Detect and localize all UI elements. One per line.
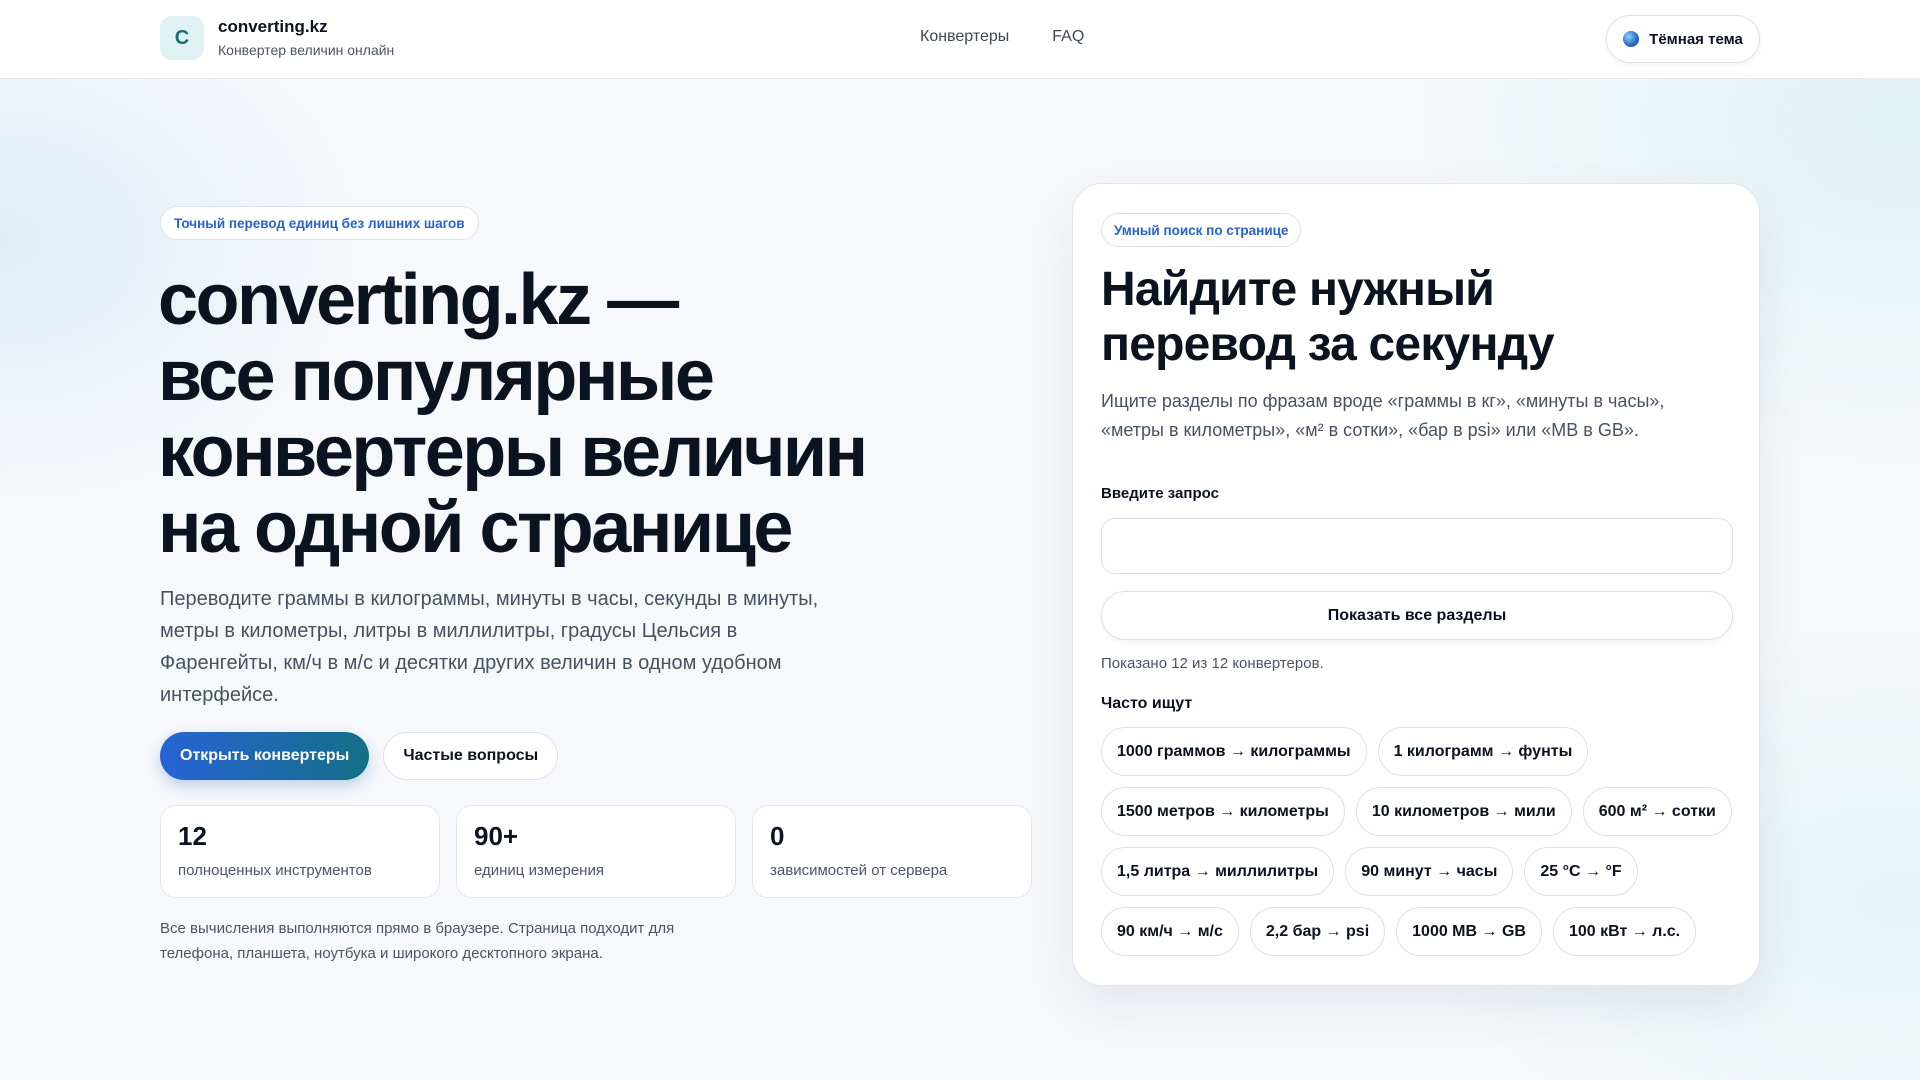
stats-row: 12 полноценных инструментов 90+ единиц и… [160,805,1032,898]
theme-toggle-button[interactable]: Тёмная тема [1606,15,1760,63]
hero-title: converting.kz — все популярные конвертер… [158,262,918,566]
stat-value: 12 [178,821,207,851]
main-nav: Конвертеры FAQ [920,28,1084,46]
search-badge: Умный поиск по странице [1101,213,1302,247]
stat-label: полноценных инструментов [178,862,372,879]
search-input[interactable] [1101,518,1733,574]
nav-link-faq[interactable]: FAQ [1052,28,1084,46]
stat-value: 90+ [474,821,519,851]
search-chip[interactable]: 1500 метров → километры [1101,787,1345,836]
search-card: Умный поиск по странице Найдите нужный п… [1072,183,1760,986]
hero-title-line: на одной странице [158,488,793,568]
brand-name: converting.kz [218,17,328,36]
search-input-label: Введите запрос [1101,485,1219,502]
search-chip[interactable]: 600 м² → сотки [1582,787,1732,836]
frequent-searches-label: Часто ищут [1101,695,1193,712]
search-chip[interactable]: 1,5 литра → миллилитры [1101,847,1335,896]
stat-label: единиц измерения [474,862,604,879]
search-chip[interactable]: 90 минут → часы [1345,847,1514,896]
search-chip[interactable]: 1 килограмм → фунты [1377,727,1589,776]
frequent-searches-list: 1000 граммов → килограммы 1 килограмм → … [1101,727,1741,956]
search-chip[interactable]: 25 °C → °F [1524,847,1638,896]
stat-card: 90+ единиц измерения [456,805,736,898]
brand-text: converting.kz Конвертер величин онлайн [218,16,394,60]
faq-button[interactable]: Частые вопросы [383,732,559,780]
stat-card: 0 зависимостей от сервера [752,805,1032,898]
hero-description: Переводите граммы в килограммы, минуты в… [160,588,819,706]
hero-badge: Точный перевод единиц без лишних шагов [160,206,479,240]
results-count: Показано 12 из 12 конвертеров. [1101,655,1324,672]
search-chip[interactable]: 1000 граммов → килограммы [1101,727,1367,776]
search-chip[interactable]: 1000 MB → GB [1396,907,1542,956]
search-chip[interactable]: 100 кВт → л.с. [1552,907,1697,956]
open-converters-button[interactable]: Открыть конвертеры [160,732,370,780]
search-chip[interactable]: 10 километров → мили [1355,787,1572,836]
cta-row: Открыть конвертеры Частые вопросы [160,732,559,780]
globe-icon [1623,31,1640,47]
hero-title-line: converting.kz — [158,260,679,340]
logo: C [160,16,204,60]
hero-title-line: конвертеры величин [158,412,868,492]
search-title: Найдите нужный перевод за секунду [1101,263,1555,371]
site-header: C converting.kz Конвертер величин онлайн… [0,0,1920,79]
stat-card: 12 полноценных инструментов [160,805,440,898]
nav-link-converters[interactable]: Конвертеры [920,28,1009,46]
show-all-sections-button[interactable]: Показать все разделы [1101,591,1733,640]
search-description: Ищите разделы по фразам вроде «граммы в … [1101,391,1665,440]
hero-title-line: все популярные [158,336,715,416]
theme-toggle-label: Тёмная тема [1649,30,1743,48]
hero-footnote: Все вычисления выполняются прямо в брауз… [160,920,675,962]
search-chip[interactable]: 90 км/ч → м/с [1101,907,1239,956]
stat-value: 0 [770,821,785,851]
brand[interactable]: C converting.kz Конвертер величин онлайн [160,16,394,60]
search-chip[interactable]: 2,2 бар → psi [1249,907,1386,956]
brand-subtitle: Конвертер величин онлайн [218,42,395,58]
stat-label: зависимостей от сервера [770,862,948,879]
